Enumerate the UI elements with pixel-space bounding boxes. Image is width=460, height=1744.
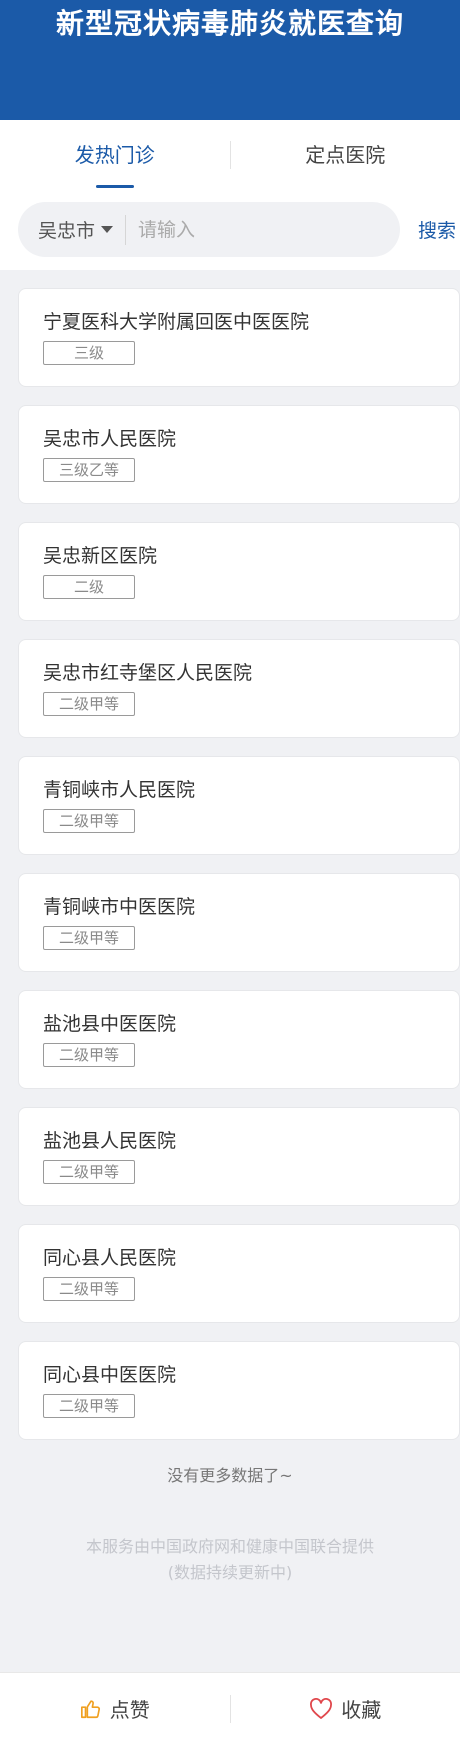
tab-active-indicator [95,185,134,188]
hospital-name: 同心县中医医院 [43,1364,177,1386]
hospital-level-badge: 三级 [43,341,135,365]
bottom-action-bar: 点赞 收藏 [0,1672,460,1744]
header-banner: 新型冠状病毒肺炎就医查询 [0,0,460,120]
top-panel: 发热门诊 定点医院 吴忠市 搜索 [0,120,460,270]
hospital-level-badge: 二级甲等 [43,692,135,716]
like-button-label: 点赞 [109,1698,150,1722]
city-select-value: 吴忠市 [38,220,96,242]
hospital-name: 吴忠新区医院 [43,545,158,567]
hospital-card[interactable]: 盐池县人民医院 二级甲等 [18,1107,460,1206]
like-button[interactable]: 点赞 [0,1694,230,1723]
page-title: 新型冠状病毒肺炎就医查询 [55,7,404,40]
hospital-name: 盐池县人民医院 [43,1130,177,1152]
caret-down-icon [101,226,114,233]
hospital-card[interactable]: 吴忠市红寺堡区人民医院 二级甲等 [18,639,460,738]
tab-bar: 发热门诊 定点医院 [0,120,460,190]
tab-designated-hospital[interactable]: 定点医院 [231,120,460,190]
favorite-button-label: 收藏 [341,1698,382,1722]
hospital-list: 宁夏医科大学附属回医中医医院 三级 吴忠市人民医院 三级乙等 吴忠新区医院 二级 吴忠市红寺… [0,270,460,1440]
hospital-level-badge: 二级 [43,575,135,599]
hospital-name: 同心县人民医院 [43,1247,177,1269]
list-end-text: 没有更多数据了~ [167,1466,293,1485]
hospital-level-badge: 三级乙等 [43,458,135,482]
search-row: 吴忠市 搜索 [0,190,460,270]
tab-fever-clinic-label: 发热门诊 [74,143,155,167]
hospital-card[interactable]: 同心县人民医院 二级甲等 [18,1224,460,1323]
favorite-button[interactable]: 收藏 [231,1694,460,1723]
hospital-name: 宁夏医科大学附属回医中医医院 [43,311,310,333]
search-button[interactable]: 搜索 [418,216,460,243]
city-select[interactable]: 吴忠市 [18,214,127,245]
hospital-card[interactable]: 青铜峡市中医医院 二级甲等 [18,873,460,972]
hospital-name: 吴忠市红寺堡区人民医院 [43,662,253,684]
hospital-card[interactable]: 同心县中医医院 二级甲等 [18,1341,460,1440]
hospital-level-badge: 二级甲等 [43,926,135,950]
hospital-level-badge: 二级甲等 [43,1043,135,1067]
hospital-card[interactable]: 吴忠市人民医院 三级乙等 [18,405,460,504]
hospital-name: 青铜峡市人民医院 [43,779,196,801]
hospital-name: 盐池县中医医院 [43,1013,177,1035]
tab-designated-hospital-label: 定点医院 [305,143,386,167]
hospital-name: 吴忠市人民医院 [43,428,177,450]
footer-note-line1: 本服务由中国政府网和健康中国联合提供 [85,1537,374,1556]
hospital-level-badge: 二级甲等 [43,1277,135,1301]
app-root: 新型冠状病毒肺炎就医查询 发热门诊 定点医院 吴忠市 搜索 宁夏医科大学附属 [0,0,460,1744]
tab-fever-clinic[interactable]: 发热门诊 [0,120,230,190]
hospital-card[interactable]: 青铜峡市人民医院 二级甲等 [18,756,460,855]
hospital-card[interactable]: 吴忠新区医院 二级 [18,522,460,621]
hospital-level-badge: 二级甲等 [43,1394,135,1418]
hospital-level-badge: 二级甲等 [43,809,135,833]
search-box: 吴忠市 [18,202,400,257]
search-input[interactable] [126,218,357,241]
heart-icon [310,1697,333,1719]
hospital-card[interactable]: 盐池县中医医院 二级甲等 [18,990,460,1089]
footer-note: 本服务由中国政府网和健康中国联合提供 (数据持续更新中) [0,1534,460,1586]
hospital-name: 青铜峡市中医医院 [43,896,196,918]
footer-note-line2: (数据持续更新中) [167,1563,293,1582]
hospital-card[interactable]: 宁夏医科大学附属回医中医医院 三级 [18,288,460,387]
hospital-level-badge: 二级甲等 [43,1160,135,1184]
thumbs-up-icon [80,1699,100,1718]
